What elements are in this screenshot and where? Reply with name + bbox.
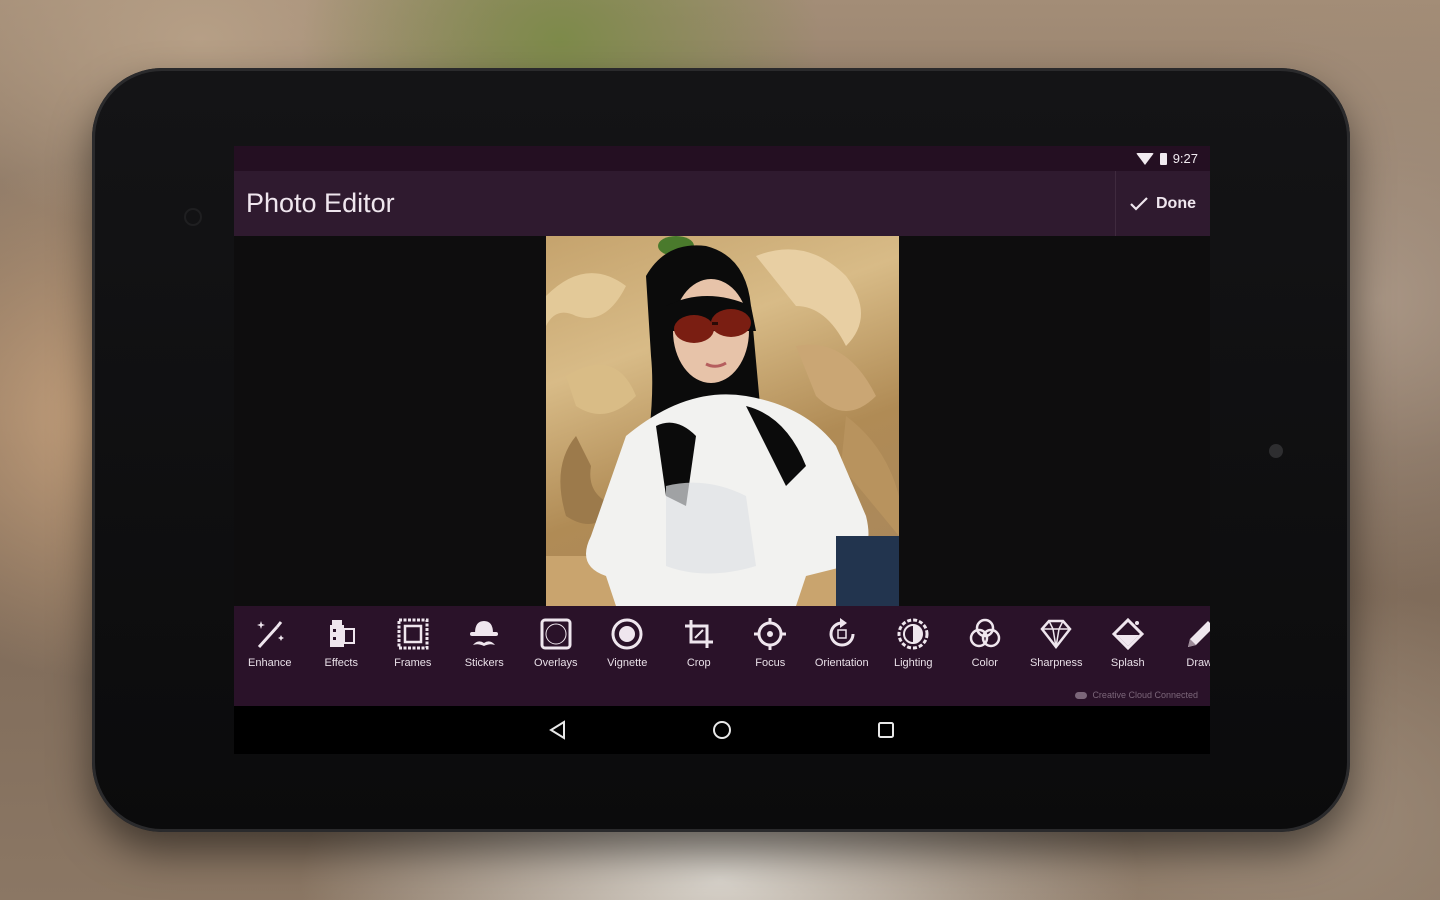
tool-label: Color [971,657,998,669]
page-title: Photo Editor [246,188,395,218]
battery-icon [1159,152,1167,165]
tool-label: Splash [1110,657,1145,669]
tool-enhance[interactable]: Enhance [234,606,306,686]
vignette-icon [611,618,643,650]
tool-label: Sharpness [1029,657,1083,669]
action-bar: Photo Editor Done [234,171,1210,236]
tool-frames[interactable]: Frames [377,606,449,686]
lighting-icon [897,618,929,650]
tool-label: Effects [324,657,358,669]
back-triangle-icon [549,720,565,740]
front-camera [184,208,202,226]
tool-overlays[interactable]: Overlays [520,606,592,686]
cloud-icon [1075,691,1088,699]
tool-lighting[interactable]: Lighting [878,606,950,686]
tool-vignette[interactable]: Vignette [592,606,664,686]
tool-splash[interactable]: Splash [1092,606,1164,686]
rotate-icon [829,618,855,647]
hat-mustache-icon [470,621,499,646]
tool-orientation[interactable]: Orientation [806,606,878,686]
tool-color[interactable]: Color [949,606,1021,686]
tool-label: Focus [755,657,786,669]
status-bar: 9:27 [234,146,1210,171]
tool-label: Crop [686,657,711,669]
tool-label: Orientation [814,657,869,669]
frame-icon [397,618,429,650]
tool-label: Enhance [248,657,292,669]
tool-focus[interactable]: Focus [735,606,807,686]
tool-effects[interactable]: Effects [306,606,378,686]
tool-label: Vignette [607,657,648,669]
check-icon [1130,196,1148,211]
back-button[interactable] [548,720,568,740]
tools-toolbar: Enhance Effects Frames Stickers Overlays… [234,606,1210,706]
focus-icon [754,618,787,650]
tool-draw[interactable]: Draw [1164,606,1210,686]
tool-label: Stickers [464,657,504,669]
home-button[interactable] [712,720,732,740]
diamond-icon [1040,619,1072,650]
pencil-icon [1188,621,1210,647]
status-time: 9:27 [1172,151,1198,166]
tablet-device: 9:27 Photo Editor Done Enhance Effects F… [92,68,1350,832]
navigation-bar [234,706,1210,754]
photo-canvas[interactable] [546,236,899,606]
home-circle-icon [713,721,731,739]
film-strip-icon [330,620,356,647]
tool-stickers[interactable]: Stickers [449,606,521,686]
magic-wand-icon [256,621,284,649]
device-sensor [1269,444,1283,458]
splash-icon [1111,617,1144,651]
recents-square-icon [878,722,894,738]
device-screen: 9:27 Photo Editor Done Enhance Effects F… [234,146,1210,754]
crop-icon [684,620,713,648]
tool-label: Overlays [534,657,578,669]
tool-label: Frames [394,657,432,669]
wifi-icon [1135,152,1154,165]
tool-crop[interactable]: Crop [663,606,735,686]
done-button[interactable]: Done [1115,171,1210,236]
photo-image [546,236,899,606]
creative-cloud-text: Creative Cloud Connected [1092,690,1198,700]
tool-label: Lighting [893,657,933,669]
recents-button[interactable] [876,720,896,740]
done-label: Done [1156,194,1196,212]
creative-cloud-status: Creative Cloud Connected [1075,690,1198,700]
tool-sharpness[interactable]: Sharpness [1021,606,1093,686]
tool-label: Draw [1186,657,1210,669]
overlay-icon [540,618,572,650]
color-circles-icon [969,618,1000,648]
